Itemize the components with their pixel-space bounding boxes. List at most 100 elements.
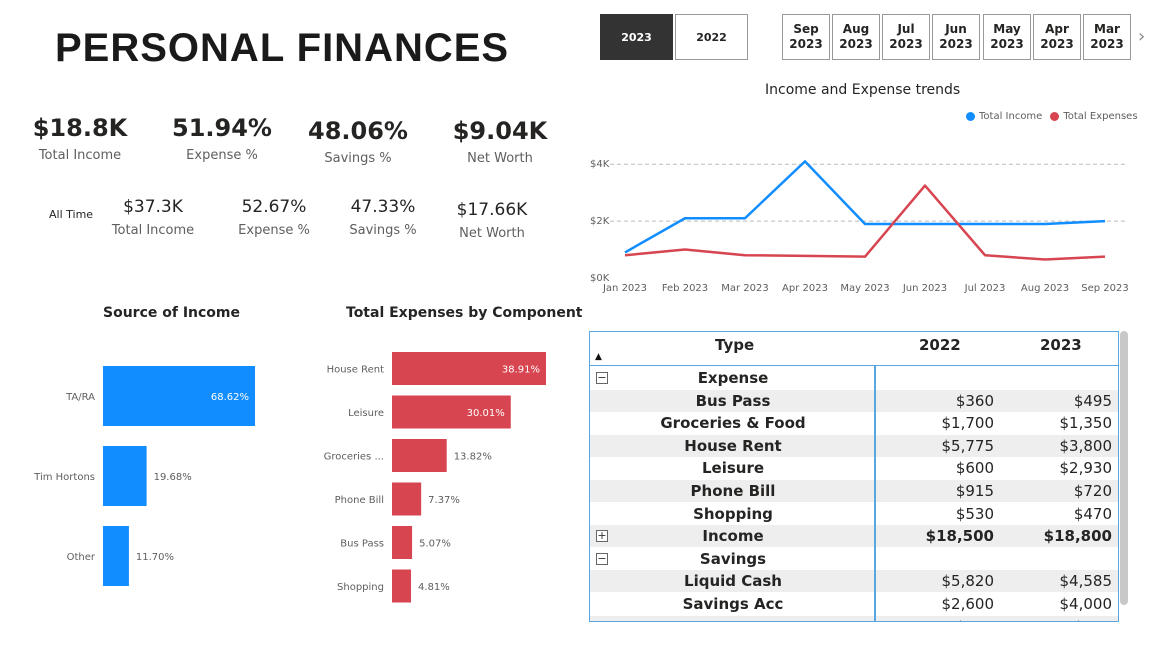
cell-2022: $2,600 [941,595,995,613]
row-name: Shopping [693,504,773,523]
month-name: Apr [1045,22,1069,36]
month-name: Aug [842,22,870,36]
month-name: Jul [897,22,915,36]
bar[interactable] [392,569,412,603]
month-button-jun-2023[interactable]: Jun 2023 [932,14,980,60]
matrix-row[interactable]: Leisure $600 $2,930 [590,457,1118,479]
row-name: Savings [699,549,767,568]
type-year-matrix: Type 2022 2023 ▲ − Expense Bus Pass $360 $49… [589,331,1119,622]
month-name: May [993,22,1021,36]
bar[interactable] [392,439,447,472]
bar[interactable] [103,526,129,586]
matrix-group-row[interactable]: − Savings [590,548,1118,570]
matrix-row[interactable]: Shopping $530 $470 [590,503,1118,525]
month-name: Mar [1094,22,1120,36]
income-bar-chart: TA/RA 68.62% Tim Hortons 19.68% Other 11.70% [33,366,255,586]
kpi-all-time-net-worth: $17.66K Net Worth [442,200,542,241]
cell-2022: $300 [956,618,994,621]
month-button-may-2023[interactable]: May 2023 [983,14,1031,60]
kpi-label: Total Income [38,148,122,163]
month-name: Jun [945,22,967,36]
kpi-all-time-savings: 47.33% Savings % [333,197,433,238]
kpi-value: 48.06% [308,117,408,145]
header-2023[interactable]: 2023 [1040,336,1082,354]
matrix-divider [874,366,876,621]
bar-category-label: TA/RA [65,392,95,403]
kpi-expense-pct: 51.94% Expense % [172,114,272,163]
cell-2022: $530 [955,504,994,523]
matrix-row[interactable]: Groceries & Food $1,700 $1,350 [590,412,1118,434]
x-tick-label: Jan 2023 [602,283,647,294]
month-name: Sep [793,22,819,36]
row-name: Expense [697,369,769,387]
matrix-row[interactable]: Phone Bill $915 $720 [590,480,1118,502]
month-button-jul-2023[interactable]: Jul 2023 [882,14,930,60]
row-name: Phone Bill [690,482,776,500]
bar[interactable] [392,526,413,559]
kpi-value: 51.94% [172,114,272,142]
kpi-label: Net Worth [459,226,525,241]
month-year: 2023 [939,37,973,51]
bar-data-label: 11.70% [136,552,174,563]
cell-2023: $450 [1074,618,1112,621]
matrix-group-row[interactable]: + Income $18,500 $18,800 [590,525,1118,548]
cell-2023: $2,930 [1059,459,1113,478]
kpi-value: 47.33% [350,197,416,217]
matrix-row[interactable]: TFSA $300 $450 [590,615,1118,621]
matrix-row[interactable]: Savings Acc $2,600 $4,000 [590,593,1118,615]
line-chart-legend: Total Income Total Expenses [966,111,1138,122]
bar-category-label: Other [67,552,96,563]
matrix-row[interactable]: Bus Pass $360 $495 [590,389,1118,412]
sort-up-icon[interactable]: ▲ [595,352,602,362]
cell-2023: $495 [1073,391,1112,410]
bar[interactable] [103,446,147,506]
bar-data-label: 68.62% [211,392,249,403]
header-2022[interactable]: 2022 [919,336,961,354]
bar-data-label: 30.01% [467,408,505,419]
cell-2022: $1,700 [941,414,995,433]
legend-label-income: Total Income [979,111,1043,122]
month-button-aug-2023[interactable]: Aug 2023 [832,14,880,60]
matrix-scrollbar[interactable] [1120,331,1128,605]
matrix-group-row[interactable]: − Expense [590,367,1118,389]
kpi-label: Savings % [349,223,417,238]
matrix-row[interactable]: House Rent $5,775 $3,800 [590,434,1118,457]
kpi-value: $18.8K [32,114,128,142]
cell-2022: $360 [955,391,994,410]
x-tick-label: Feb 2023 [662,283,708,294]
header-type[interactable]: Type [715,336,754,354]
x-tick-label: Sep 2023 [1081,283,1128,294]
y-tick-label: $2K [590,216,610,227]
legend-label-expenses: Total Expenses [1063,111,1138,122]
kpi-all-time-income: $37.3K Total Income [103,197,203,238]
kpi-label: Expense % [238,223,310,238]
x-tick-label: Jun 2023 [902,283,947,294]
bar-category-label: Phone Bill [335,495,384,506]
bar-category-label: Bus Pass [340,539,384,550]
row-name: Savings Acc [682,595,784,613]
cell-2023: $470 [1073,504,1112,523]
income-series-line[interactable] [624,160,1106,254]
row-name: Income [702,527,764,546]
cell-2022: $915 [955,482,994,500]
month-button-sep-2023[interactable]: Sep 2023 [782,14,830,60]
bar[interactable] [392,482,422,516]
bar-data-label: 7.37% [428,495,460,506]
month-button-mar-2023[interactable]: Mar 2023 [1083,14,1131,60]
x-tick-label: Aug 2023 [1021,283,1069,294]
kpi-value: $9.04K [452,117,548,145]
month-year: 2023 [1040,37,1074,51]
matrix-row[interactable]: Liquid Cash $5,820 $4,585 [590,570,1118,593]
line-chart: $0K$2K$4KJan 2023 Feb 2023 Mar 2023 Apr 202… [590,159,1129,294]
kpi-value: $17.66K [456,200,528,220]
kpi-label: Savings % [324,151,392,166]
chevron-right-icon[interactable]: › [1138,26,1145,47]
cell-2023: $720 [1073,482,1112,500]
x-tick-label: Mar 2023 [721,283,769,294]
bar-data-label: 38.91% [502,365,540,376]
year-button-2022[interactable]: 2022 [675,14,748,60]
year-button-2023[interactable]: 2023 [600,14,673,60]
month-year: 2023 [1090,37,1124,51]
y-tick-label: $4K [590,159,610,170]
month-button-apr-2023[interactable]: Apr 2023 [1033,14,1081,60]
